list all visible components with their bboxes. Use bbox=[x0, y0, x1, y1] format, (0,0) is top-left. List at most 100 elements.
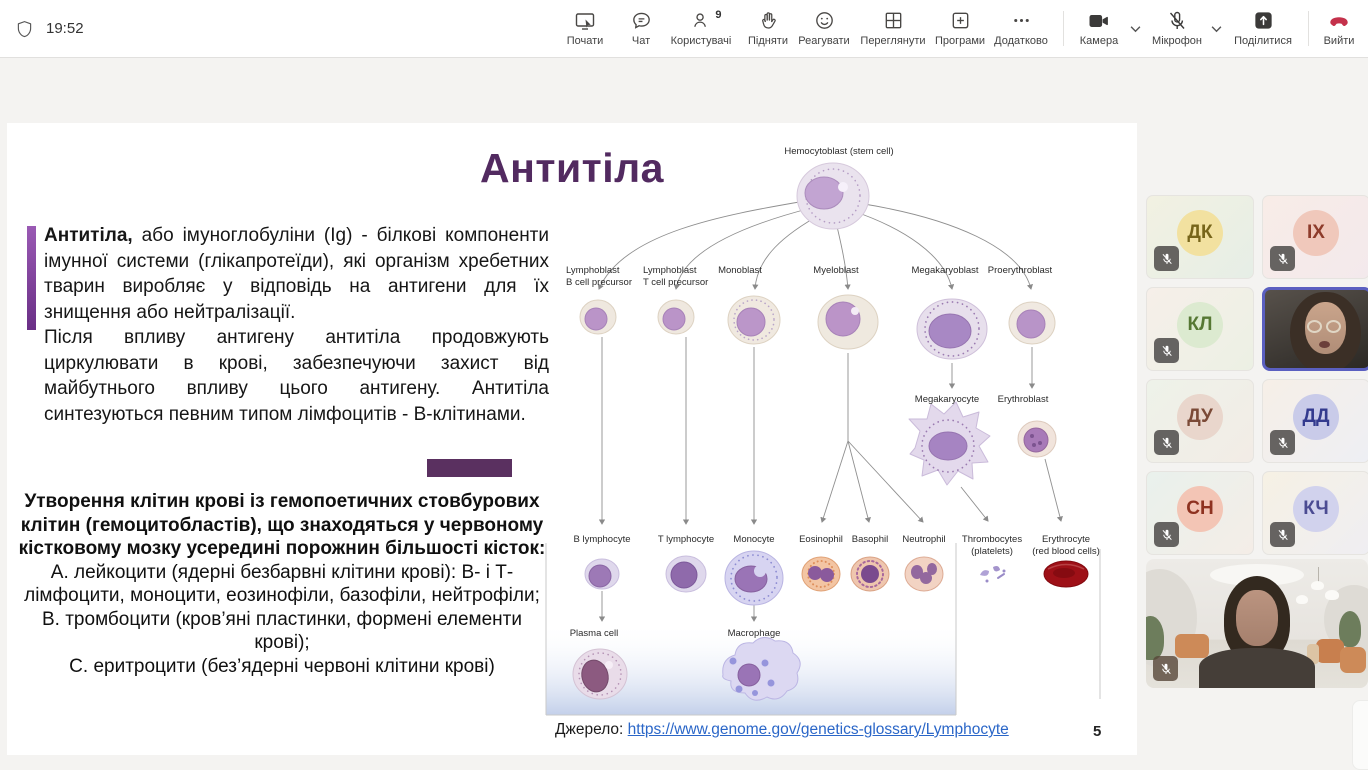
mic-muted-badge bbox=[1154, 246, 1179, 271]
label-megakaryoblast: Megakaryoblast bbox=[911, 265, 978, 276]
participants-button[interactable]: 9 Користувачі bbox=[663, 7, 739, 47]
teacher-video-tile[interactable] bbox=[1146, 559, 1368, 688]
toolbar-divider bbox=[1063, 11, 1064, 46]
ellipsis-icon bbox=[1010, 7, 1033, 34]
hang-up-icon bbox=[1326, 7, 1352, 34]
label-macrophage: Macrophage bbox=[728, 628, 781, 639]
label-basophil: Basophil bbox=[852, 534, 888, 545]
camera-options-chevron[interactable] bbox=[1130, 20, 1141, 38]
chat-button[interactable]: Чат bbox=[616, 7, 666, 47]
raise-hand-button[interactable]: Підняти bbox=[740, 7, 796, 47]
list-item-c: С. еритроцити (без’ядерні червоні клітин… bbox=[69, 655, 495, 677]
source-label: Джерело: bbox=[555, 721, 624, 738]
label-plasma-cell: Plasma cell bbox=[570, 628, 619, 639]
participant-tile[interactable]: СН bbox=[1146, 471, 1254, 555]
accent-rectangle bbox=[427, 459, 512, 477]
participants-icon: 9 bbox=[690, 7, 722, 34]
label-myeloblast: Myeloblast bbox=[813, 265, 859, 276]
participant-tile[interactable]: ДУ bbox=[1146, 379, 1254, 463]
mic-muted-badge bbox=[1154, 522, 1179, 547]
list-item-b: В. тромбоцити (кров’яні пластинки, форме… bbox=[42, 608, 522, 654]
label-monocyte: Monocyte bbox=[733, 534, 774, 545]
camera-on-icon bbox=[1086, 7, 1112, 34]
participants-count-badge: 9 bbox=[715, 9, 722, 21]
pendant-lamp bbox=[1296, 595, 1309, 605]
collapsed-panel-corner[interactable] bbox=[1352, 700, 1368, 770]
participant-tile[interactable]: ДК bbox=[1146, 195, 1254, 279]
label-megakaryocyte: Megakaryocyte bbox=[915, 394, 979, 405]
block-heading: Утворення клітин крові із гемопоетичних … bbox=[18, 491, 546, 560]
share-screen-icon bbox=[573, 7, 597, 34]
avatar: ДУ bbox=[1177, 393, 1223, 440]
camera-button[interactable]: Камера bbox=[1072, 7, 1126, 47]
react-button[interactable]: Реагувати bbox=[792, 7, 856, 47]
share-button[interactable]: Поділитися bbox=[1226, 7, 1300, 47]
svg-text:T cell precursor: T cell precursor bbox=[643, 277, 708, 288]
sofa-left bbox=[1174, 633, 1209, 658]
svg-text:B cell precursor: B cell precursor bbox=[566, 277, 632, 288]
view-button[interactable]: Переглянути bbox=[850, 7, 936, 47]
add-app-icon bbox=[949, 7, 972, 34]
label-t-lymphocyte: T lymphocyte bbox=[658, 534, 714, 545]
label-neutrophil: Neutrophil bbox=[902, 534, 945, 545]
participant-tile[interactable]: КЛ bbox=[1146, 287, 1254, 371]
meeting-timer: 19:52 bbox=[46, 20, 84, 37]
label-lymphoblast-b: Lymphoblast bbox=[566, 265, 620, 276]
label-lymphoblast-t: Lymphoblast bbox=[643, 265, 697, 276]
microphone-button[interactable]: Мікрофон bbox=[1145, 7, 1209, 47]
apps-button[interactable]: Програми bbox=[928, 7, 992, 47]
label-b-lymphocyte: B lymphocyte bbox=[573, 534, 630, 545]
page-number: 5 bbox=[1093, 723, 1102, 740]
meeting-toolbar: 19:52 Почати Чат 9 Користувачі Підняти Р… bbox=[0, 0, 1368, 58]
speaker-video-tile[interactable] bbox=[1262, 287, 1368, 371]
label-thrombocytes: Thrombocytes bbox=[962, 534, 1022, 545]
svg-text:(red blood cells): (red blood cells) bbox=[1032, 546, 1100, 557]
accent-bar bbox=[27, 226, 36, 330]
avatar: ІХ bbox=[1293, 209, 1339, 256]
mic-muted-badge bbox=[1154, 338, 1179, 363]
hematopoiesis-text-block: Утворення клітин крові із гемопоетичних … bbox=[13, 490, 551, 678]
mic-muted-badge bbox=[1270, 246, 1295, 271]
shared-slide: Антитіла Антитіла, або імуноглобуліни (I… bbox=[7, 123, 1137, 755]
mic-muted-badge bbox=[1270, 430, 1295, 455]
person-body bbox=[1199, 648, 1315, 688]
participant-tile[interactable]: КЧ bbox=[1262, 471, 1368, 555]
source-link[interactable]: https://www.genome.gov/genetics-glossary… bbox=[628, 721, 1009, 738]
label-hemocytoblast: Hemocytoblast (stem cell) bbox=[784, 146, 893, 157]
raised-hand-icon bbox=[757, 7, 780, 34]
mic-muted-badge bbox=[1154, 430, 1179, 455]
stem-cell-illustration bbox=[796, 162, 870, 230]
svg-text:(platelets): (platelets) bbox=[971, 546, 1013, 557]
label-erythroblast: Erythroblast bbox=[998, 394, 1049, 405]
toolbar-divider bbox=[1308, 11, 1309, 46]
share-tray-icon bbox=[1252, 7, 1275, 34]
mic-options-chevron[interactable] bbox=[1211, 20, 1222, 38]
label-erythrocyte: Erythrocyte bbox=[1042, 534, 1090, 545]
label-eosinophil: Eosinophil bbox=[799, 534, 843, 545]
leave-button[interactable]: Вийти bbox=[1314, 7, 1364, 47]
pendant-lamp bbox=[1325, 589, 1340, 600]
smiley-icon bbox=[813, 7, 836, 34]
list-item-a: А. лейкоцити (ядерні безбарвні клітини к… bbox=[24, 561, 540, 607]
more-options-button[interactable]: Додатково bbox=[986, 7, 1056, 47]
security-shield-icon bbox=[14, 18, 35, 46]
label-proerythroblast: Proerythroblast bbox=[988, 265, 1053, 276]
avatar: СН bbox=[1177, 485, 1223, 532]
glasses-icon bbox=[1326, 319, 1342, 333]
source-line: Джерело: https://www.genome.gov/genetics… bbox=[555, 721, 1009, 739]
participant-tile[interactable]: ДД bbox=[1262, 379, 1368, 463]
start-presenting-button[interactable]: Почати bbox=[556, 7, 614, 47]
hematopoiesis-diagram: Hemocytoblast (stem cell) Lymphoblast B … bbox=[545, 146, 1101, 716]
mic-muted-badge bbox=[1153, 656, 1178, 681]
participant-tile[interactable]: ІХ bbox=[1262, 195, 1368, 279]
glasses-icon bbox=[1306, 319, 1322, 333]
mic-muted-icon bbox=[1165, 7, 1189, 34]
avatar: КЛ bbox=[1177, 301, 1223, 348]
grid-view-icon bbox=[882, 7, 905, 34]
avatar: ДД bbox=[1293, 393, 1339, 440]
chat-icon bbox=[630, 7, 653, 34]
avatar: ДК bbox=[1177, 209, 1223, 256]
chair-right bbox=[1339, 646, 1366, 673]
label-monoblast: Monoblast bbox=[718, 265, 762, 276]
paragraph-1-lead: Антитіла, bbox=[44, 225, 133, 246]
